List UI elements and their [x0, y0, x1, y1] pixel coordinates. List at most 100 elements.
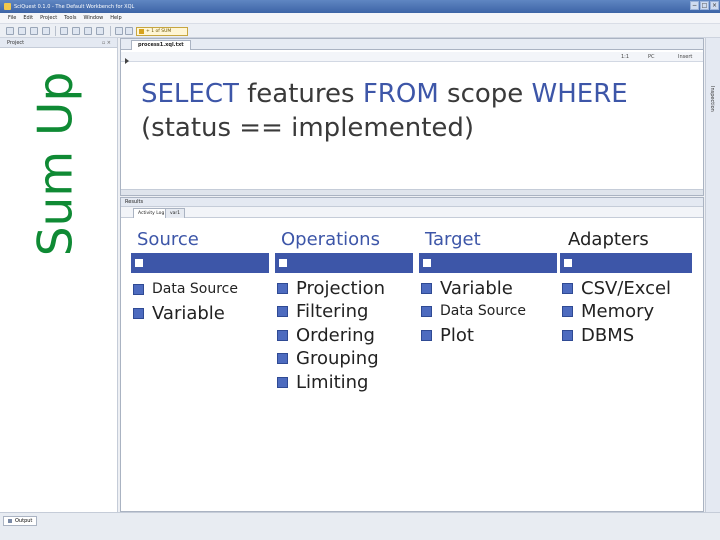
list-item: Grouping [277, 348, 379, 369]
query-scope: scope [438, 79, 532, 109]
results-tab-strip: Activity Log var1 [121, 207, 703, 218]
item-label: Memory [581, 301, 655, 322]
insert-mode: Insert [678, 54, 693, 60]
menu-project[interactable]: Project [40, 15, 57, 21]
output-tab[interactable]: Output [3, 516, 38, 526]
column-header-bar [275, 253, 413, 273]
item-label: Filtering [296, 301, 369, 322]
inspection-label: Inspection [709, 86, 715, 112]
output-bar: Output [0, 512, 720, 540]
editor-tab-strip: process1.xql.txt [121, 39, 703, 50]
minimize-button[interactable]: − [690, 1, 699, 10]
toolbar-separator [55, 26, 56, 36]
column-heading: Operations [281, 229, 380, 250]
query-editor[interactable]: process1.xql.txt 1:1 PC Insert SELECT fe… [120, 38, 704, 196]
bullet-icon [133, 283, 144, 295]
list-item: Limiting [277, 372, 368, 393]
results-header: Results [121, 198, 703, 207]
project-panel-header: Project ▫ × [0, 38, 117, 48]
sum-selector[interactable]: + 1 of SUM [136, 27, 188, 36]
item-label: Limiting [296, 372, 369, 393]
close-button[interactable]: × [710, 1, 719, 10]
keyword-where: WHERE [531, 79, 628, 109]
list-item: Filtering [277, 301, 368, 322]
bullet-icon [421, 283, 432, 294]
slide-title-text: Sum Up [28, 71, 84, 257]
column-header-bar [560, 253, 692, 273]
editor-status-bar: 1:1 PC Insert [121, 52, 703, 62]
results-panel: Results Activity Log var1 Source Data So… [120, 197, 704, 512]
bullet-icon [562, 330, 573, 341]
list-item: Ordering [277, 325, 375, 346]
bar-square-icon [423, 259, 431, 267]
bar-square-icon [135, 259, 143, 267]
item-label: Grouping [296, 348, 379, 369]
item-label: Projection [296, 278, 386, 299]
item-label: Variable [152, 303, 225, 324]
stop-icon[interactable] [125, 27, 133, 35]
query-line-2: (status == implemented) [141, 113, 475, 143]
query-text: SELECT features FROM scope WHERE (status… [141, 77, 628, 145]
save-all-icon[interactable] [42, 27, 50, 35]
menu-bar: File Edit Project Tools Window Help [0, 13, 720, 24]
item-label: Data Source [440, 303, 526, 319]
bullet-icon [277, 306, 288, 317]
keyword-select: SELECT [141, 79, 239, 109]
query-line-1: SELECT features FROM scope WHERE [141, 77, 628, 111]
editor-scrollbar[interactable] [121, 189, 703, 195]
undo-icon[interactable] [84, 27, 92, 35]
item-label: DBMS [581, 325, 635, 346]
bullet-icon [562, 283, 573, 294]
list-item: Plot [421, 325, 474, 346]
column-target: Target Variable Data Source Plot [419, 229, 557, 346]
bullet-icon [421, 330, 432, 341]
item-label: Ordering [296, 325, 375, 346]
cut-icon[interactable] [60, 27, 68, 35]
column-heading: Target [425, 229, 481, 250]
list-item: Variable [133, 303, 225, 324]
query-features: features [238, 79, 363, 109]
column-heading: Source [137, 229, 199, 250]
copy-icon[interactable] [72, 27, 80, 35]
sum-icon [139, 29, 144, 34]
tab-var1[interactable]: var1 [165, 208, 186, 218]
list-item: Data Source [421, 303, 526, 319]
bullet-icon [421, 305, 432, 317]
menu-tools[interactable]: Tools [64, 15, 76, 21]
gutter-arrow-icon [125, 58, 129, 64]
slide-title: Sum Up [26, 52, 86, 276]
list-item: Memory [562, 301, 654, 322]
panel-close-icon[interactable]: ▫ × [102, 38, 111, 48]
column-heading: Adapters [568, 229, 649, 250]
toolbar-separator [110, 26, 111, 36]
tab-activity-log[interactable]: Activity Log [133, 208, 170, 218]
save-icon[interactable] [30, 27, 38, 35]
list-item: CSV/Excel [562, 278, 671, 299]
menu-window[interactable]: Window [84, 15, 104, 21]
bar-square-icon [564, 259, 572, 267]
list-item: Projection [277, 278, 385, 299]
title-bar: SciQuest 0.1.0 - The Default Workbench f… [0, 0, 720, 13]
maximize-button[interactable]: □ [700, 1, 709, 10]
keyword-from: FROM [362, 79, 439, 109]
bullet-icon [562, 306, 573, 317]
run-icon[interactable] [115, 27, 123, 35]
open-icon[interactable] [18, 27, 26, 35]
column-adapters: Adapters CSV/Excel Memory DBMS [560, 229, 692, 346]
menu-file[interactable]: File [8, 15, 16, 21]
bullet-icon [133, 308, 144, 319]
inspection-panel[interactable]: Inspection [705, 38, 720, 512]
bullet-icon [277, 283, 288, 294]
menu-help[interactable]: Help [110, 15, 121, 21]
output-tab-label: Output [15, 518, 33, 524]
column-operations: Operations Projection Filtering Ordering… [275, 229, 413, 393]
toolbar: + 1 of SUM [0, 24, 720, 38]
menu-edit[interactable]: Edit [23, 15, 33, 21]
bullet-icon [277, 353, 288, 364]
editor-tab[interactable]: process1.xql.txt [131, 40, 191, 50]
sum-selector-label: + 1 of SUM [146, 29, 172, 34]
list-item: Data Source [133, 281, 238, 297]
new-icon[interactable] [6, 27, 14, 35]
redo-icon[interactable] [96, 27, 104, 35]
column-header-bar [419, 253, 557, 273]
